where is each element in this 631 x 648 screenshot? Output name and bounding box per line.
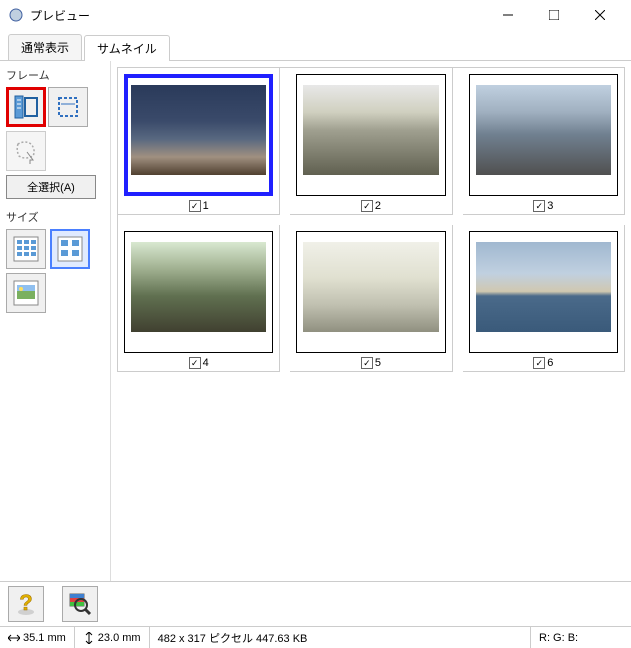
tab-normal[interactable]: 通常表示 — [8, 34, 82, 60]
size-large-button[interactable] — [6, 273, 46, 313]
frame-dashed-icon — [55, 94, 81, 120]
thumbnail-area: ✓1✓2✓3✓4✓5✓6 — [110, 61, 631, 581]
thumbnail-checkbox[interactable]: ✓ — [361, 357, 373, 369]
bottom-toolbar: ? — [0, 581, 631, 626]
magnify-icon — [68, 592, 92, 616]
thumbnail-number: 6 — [547, 357, 553, 369]
grid-small-icon — [12, 235, 40, 263]
select-all-button[interactable]: 全選択(A) — [6, 175, 96, 199]
thumbnail-grid: ✓1✓2✓3✓4✓5✓6 — [117, 67, 625, 372]
size-panel: サイズ — [6, 209, 104, 313]
titlebar: プレビュー — [0, 0, 631, 30]
tab-thumbnail[interactable]: サムネイル — [84, 35, 170, 61]
status-width-value: 35.1 mm — [23, 632, 66, 644]
window-controls — [485, 0, 623, 30]
thumbnail-6[interactable]: ✓6 — [463, 225, 625, 372]
thumbnail-label: ✓5 — [296, 357, 445, 369]
thumbnail-checkbox[interactable]: ✓ — [361, 200, 373, 212]
thumbnail-number: 2 — [375, 200, 381, 212]
grid-large-icon — [12, 279, 40, 307]
thumbnail-label: ✓4 — [124, 357, 273, 369]
thumbnail-frame — [124, 231, 273, 353]
tab-bar: 通常表示 サムネイル — [0, 30, 631, 61]
minimize-button[interactable] — [485, 0, 531, 30]
thumbnail-checkbox[interactable]: ✓ — [533, 200, 545, 212]
frame-panel: フレーム 全選択(A) — [6, 67, 104, 199]
frame-ruler-icon — [13, 94, 39, 120]
frame-show-button[interactable] — [6, 87, 46, 127]
thumbnail-image — [131, 242, 266, 332]
thumbnail-label: ✓1 — [124, 200, 273, 212]
thumbnail-number: 3 — [547, 200, 553, 212]
status-rgb: R: G: B: — [531, 627, 631, 648]
content-area: フレーム 全選択(A) サイズ — [0, 61, 631, 581]
thumbnail-frame — [124, 74, 273, 196]
thumbnail-image — [131, 85, 266, 175]
maximize-button[interactable] — [531, 0, 577, 30]
thumbnail-frame — [469, 74, 618, 196]
thumbnail-image — [476, 85, 611, 175]
app-icon — [8, 7, 24, 23]
frame-panel-title: フレーム — [6, 67, 104, 83]
thumbnail-5[interactable]: ✓5 — [290, 225, 452, 372]
thumbnail-frame — [296, 74, 445, 196]
lasso-icon — [13, 138, 39, 164]
height-arrow-icon — [83, 632, 95, 644]
thumbnail-checkbox[interactable]: ✓ — [533, 357, 545, 369]
zoom-button[interactable] — [62, 586, 98, 622]
window-title: プレビュー — [30, 7, 485, 24]
thumbnail-checkbox[interactable]: ✓ — [189, 357, 201, 369]
thumbnail-4[interactable]: ✓4 — [118, 225, 280, 372]
thumbnail-number: 5 — [375, 357, 381, 369]
thumbnail-checkbox[interactable]: ✓ — [189, 200, 201, 212]
thumbnail-label: ✓6 — [469, 357, 618, 369]
size-medium-button[interactable] — [50, 229, 90, 269]
status-height-value: 23.0 mm — [98, 632, 141, 644]
sidebar: フレーム 全選択(A) サイズ — [0, 61, 110, 581]
width-arrow-icon — [8, 632, 20, 644]
thumbnail-image — [476, 242, 611, 332]
thumbnail-number: 4 — [203, 357, 209, 369]
thumbnail-2[interactable]: ✓2 — [290, 68, 452, 215]
frame-hide-button[interactable] — [48, 87, 88, 127]
grid-medium-icon — [56, 235, 84, 263]
help-icon: ? — [14, 592, 38, 616]
lasso-button[interactable] — [6, 131, 46, 171]
thumbnail-frame — [469, 231, 618, 353]
size-panel-title: サイズ — [6, 209, 104, 225]
thumbnail-image — [303, 85, 438, 175]
thumbnail-label: ✓2 — [296, 200, 445, 212]
help-button[interactable]: ? — [8, 586, 44, 622]
close-button[interactable] — [577, 0, 623, 30]
thumbnail-label: ✓3 — [469, 200, 618, 212]
status-height: 23.0 mm — [75, 627, 150, 648]
thumbnail-3[interactable]: ✓3 — [463, 68, 625, 215]
thumbnail-number: 1 — [203, 200, 209, 212]
thumbnail-1[interactable]: ✓1 — [118, 68, 280, 215]
thumbnail-image — [303, 242, 438, 332]
thumbnail-frame — [296, 231, 445, 353]
status-width: 35.1 mm — [0, 627, 75, 648]
statusbar: 35.1 mm 23.0 mm 482 x 317 ピクセル 447.63 KB… — [0, 626, 631, 648]
size-small-button[interactable] — [6, 229, 46, 269]
svg-text:?: ? — [19, 592, 32, 615]
status-pixel-info: 482 x 317 ピクセル 447.63 KB — [150, 627, 531, 648]
